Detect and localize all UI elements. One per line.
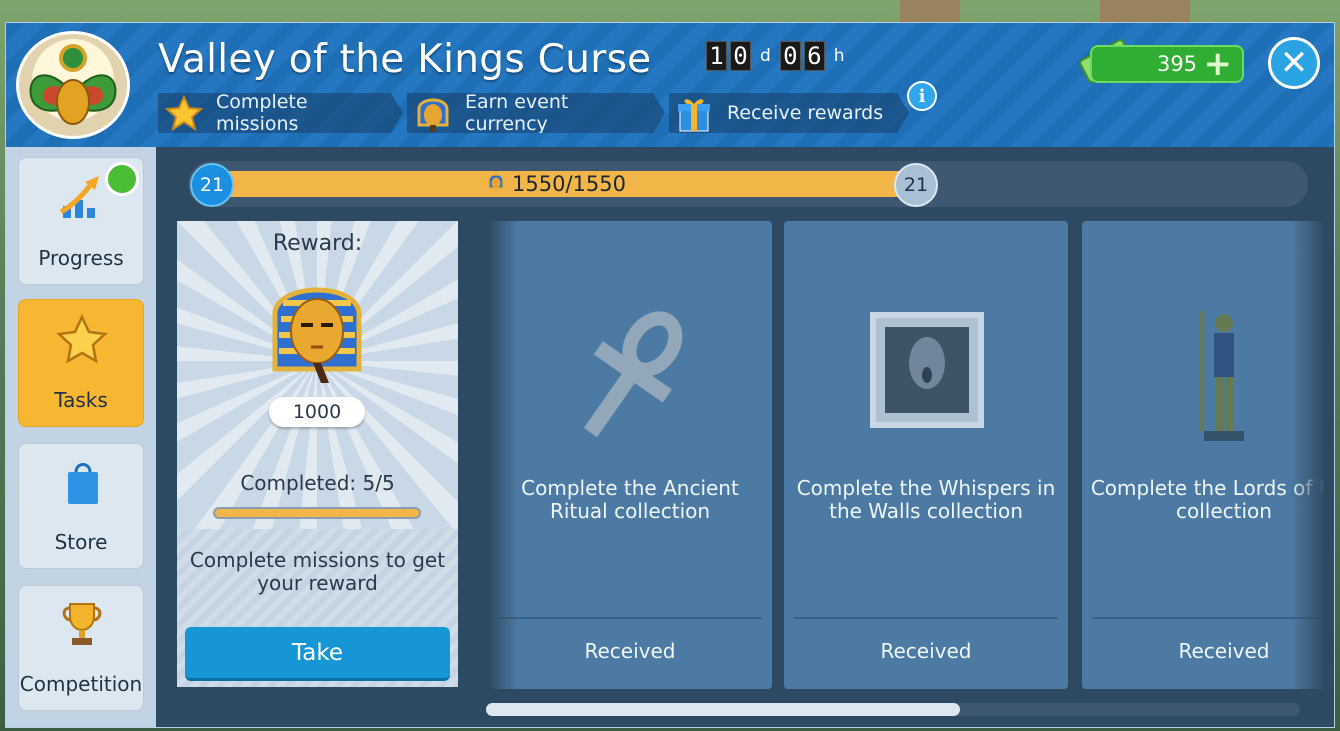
step-label: Receive rewards xyxy=(727,102,884,124)
task-label: Complete the Ancient Ritual collection xyxy=(521,476,739,523)
sidebar-item-progress[interactable]: Progress xyxy=(18,157,144,285)
close-button[interactable]: ✕ xyxy=(1268,37,1320,89)
task-divider xyxy=(794,617,1058,619)
close-icon: ✕ xyxy=(1279,43,1309,83)
sidebar-item-label: Store xyxy=(54,530,108,554)
completed-progress-bar xyxy=(213,507,421,519)
statue-icon xyxy=(1082,301,1324,461)
task-list[interactable]: Complete the Ancient Ritual collection R… xyxy=(488,221,1324,689)
scarab-emblem-icon xyxy=(16,31,130,139)
step-label: Complete missions xyxy=(216,91,308,135)
pharaoh-mask-icon xyxy=(486,172,506,197)
event-timer: 1 0 d 0 6 h xyxy=(706,41,851,71)
task-divider xyxy=(498,617,762,619)
star-icon xyxy=(55,314,109,369)
task-status: Received xyxy=(1178,639,1270,663)
main-panel: 21 21 1550/1550 Reward: 1000 Completed: … xyxy=(156,147,1334,727)
sidebar-item-label: Tasks xyxy=(54,388,108,412)
gift-icon xyxy=(675,95,713,138)
sidebar-item-competition[interactable]: Competition xyxy=(18,585,144,711)
task-card[interactable]: Complete the Lords of Nile collection Re… xyxy=(1082,221,1324,689)
task-divider xyxy=(1092,617,1324,619)
step-receive-rewards: Receive rewards xyxy=(669,93,909,133)
scrollbar-thumb[interactable] xyxy=(486,703,960,716)
sidebar-item-tasks[interactable]: Tasks xyxy=(18,299,144,427)
next-level-badge: 21 xyxy=(894,163,938,207)
timer-digit: 1 xyxy=(706,41,727,71)
event-title: Valley of the Kings Curse xyxy=(158,37,652,82)
reward-card: Reward: 1000 Completed: 5/5 Complete mis… xyxy=(177,221,458,687)
step-label: Earn event currency xyxy=(465,91,569,135)
currency-counter[interactable]: 395 + xyxy=(1090,45,1244,83)
timer-digit: 6 xyxy=(803,41,825,71)
sidebar: Progress Tasks Store Competition xyxy=(6,147,156,727)
pharaoh-mask-icon xyxy=(413,95,453,138)
task-label: Complete the Lords of Nile collection xyxy=(1090,476,1324,523)
timer-digit: 0 xyxy=(779,41,801,71)
currency-value: 395 xyxy=(1156,52,1198,76)
completed-text: Completed: 5/5 xyxy=(240,471,395,495)
task-status: Received xyxy=(880,639,972,663)
shopping-bag-icon xyxy=(63,458,103,511)
list-fade-left xyxy=(488,221,518,689)
timer-digit: 0 xyxy=(730,41,751,71)
task-status: Received xyxy=(584,639,676,663)
ankh-icon xyxy=(488,301,772,461)
pharaoh-mask-icon xyxy=(265,273,369,389)
step-earn-currency: Earn event currency xyxy=(407,93,665,133)
trophy-icon xyxy=(59,600,105,653)
step-complete-missions: Complete missions xyxy=(158,93,403,133)
add-currency-icon[interactable]: + xyxy=(1204,47,1233,81)
reward-amount: 1000 xyxy=(269,397,365,427)
timer-day-unit: d xyxy=(760,46,771,66)
take-button[interactable]: Take xyxy=(185,627,450,681)
progress-text: 1550/1550 xyxy=(512,172,626,196)
timer-hour-unit: h xyxy=(833,46,845,66)
event-window: Valley of the Kings Curse 1 0 d 0 6 h Co… xyxy=(5,22,1335,728)
gift-badge-icon xyxy=(105,162,139,196)
sidebar-item-label: Competition xyxy=(19,672,143,696)
reward-title: Reward: xyxy=(272,231,363,256)
task-card[interactable]: Complete the Whispers in the Walls colle… xyxy=(784,221,1068,689)
sidebar-item-label: Progress xyxy=(38,246,124,270)
ghost-frame-icon xyxy=(784,301,1068,461)
header: Valley of the Kings Curse 1 0 d 0 6 h Co… xyxy=(6,23,1334,147)
task-label: Complete the Whispers in the Walls colle… xyxy=(796,476,1056,523)
progress-value: 1550/1550 xyxy=(486,171,626,197)
star-icon xyxy=(164,95,204,136)
event-steps: Complete missions Earn event currency Re… xyxy=(158,93,913,133)
sidebar-item-store[interactable]: Store xyxy=(18,443,144,569)
info-icon[interactable]: i xyxy=(907,81,937,111)
reward-hint: Complete missions to get your reward xyxy=(189,548,446,595)
current-level-badge: 21 xyxy=(190,163,234,207)
progress-chart-icon xyxy=(57,172,107,227)
list-fade-right xyxy=(1291,221,1325,689)
task-card[interactable]: Complete the Ancient Ritual collection R… xyxy=(488,221,772,689)
